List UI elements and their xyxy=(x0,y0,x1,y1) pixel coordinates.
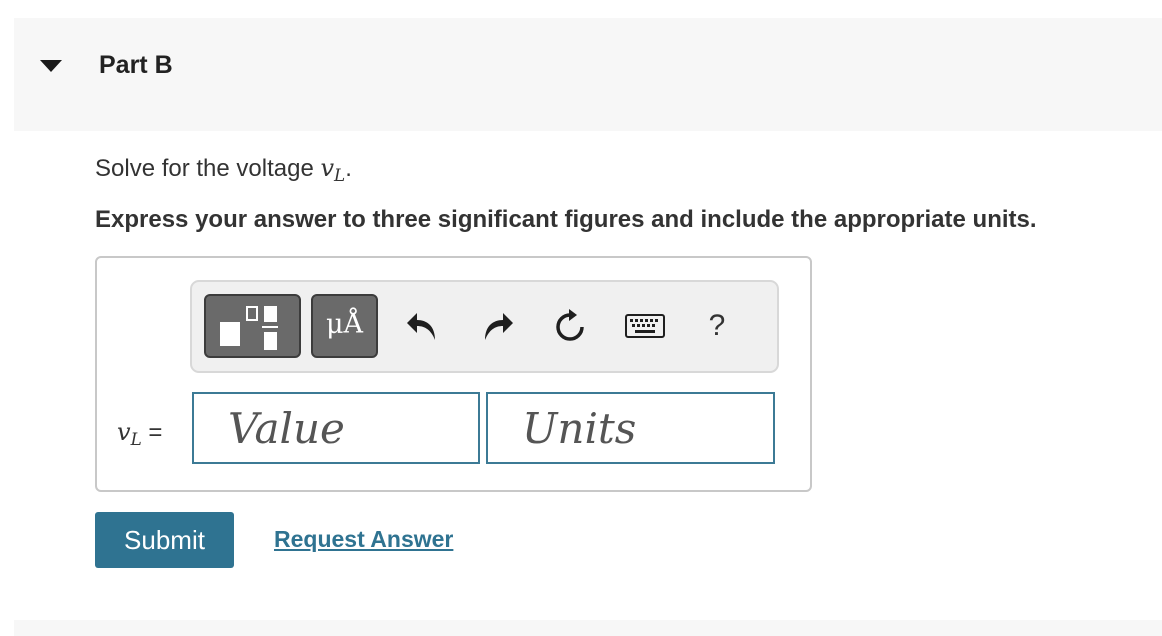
keyboard-button[interactable] xyxy=(622,304,668,348)
reset-icon xyxy=(556,309,584,341)
redo-button[interactable] xyxy=(478,304,518,348)
numerator-box-icon xyxy=(264,306,277,322)
part-header[interactable] xyxy=(14,18,1162,131)
submit-button[interactable]: Submit xyxy=(95,512,234,568)
answer-variable: vL xyxy=(117,418,142,450)
undo-button[interactable] xyxy=(402,304,442,348)
voltage-variable-subscript: L xyxy=(334,165,346,186)
template-box-outline-icon xyxy=(246,306,258,321)
fraction-template-icon xyxy=(220,322,240,346)
units-button[interactable]: μÅ xyxy=(311,294,378,358)
keyboard-icon xyxy=(625,314,665,338)
collapse-caret-icon[interactable] xyxy=(40,60,62,72)
help-button[interactable]: ? xyxy=(697,304,737,348)
value-input[interactable] xyxy=(192,392,480,464)
part-title: Part B xyxy=(99,51,173,79)
answer-variable-label: vL = xyxy=(117,418,162,449)
voltage-variable: vL xyxy=(320,154,346,186)
reset-button[interactable] xyxy=(550,304,590,348)
answer-variable-base: v xyxy=(117,418,131,446)
voltage-variable-base: v xyxy=(320,154,335,182)
prompt-prefix: Solve for the voltage xyxy=(95,155,321,182)
equals-sign: = xyxy=(141,419,163,446)
units-icon: μÅ xyxy=(325,309,364,340)
request-answer-link[interactable]: Request Answer xyxy=(274,526,453,553)
undo-icon xyxy=(407,313,435,340)
fraction-bar-icon xyxy=(262,326,278,328)
denominator-box-icon xyxy=(264,332,277,350)
answer-variable-subscript: L xyxy=(130,429,142,450)
redo-icon xyxy=(485,313,513,340)
answer-box: μÅ ? vL = Value Units xyxy=(95,256,812,492)
question-prompt: Solve for the voltage vL. xyxy=(95,154,352,185)
answer-instruction: Express your answer to three significant… xyxy=(95,206,1037,233)
help-icon: ? xyxy=(708,309,726,342)
math-toolbar: μÅ ? xyxy=(190,280,779,373)
next-part-header xyxy=(14,620,1162,636)
units-input[interactable] xyxy=(486,392,775,464)
fraction-template-button[interactable] xyxy=(204,294,301,358)
prompt-suffix: . xyxy=(345,155,352,182)
